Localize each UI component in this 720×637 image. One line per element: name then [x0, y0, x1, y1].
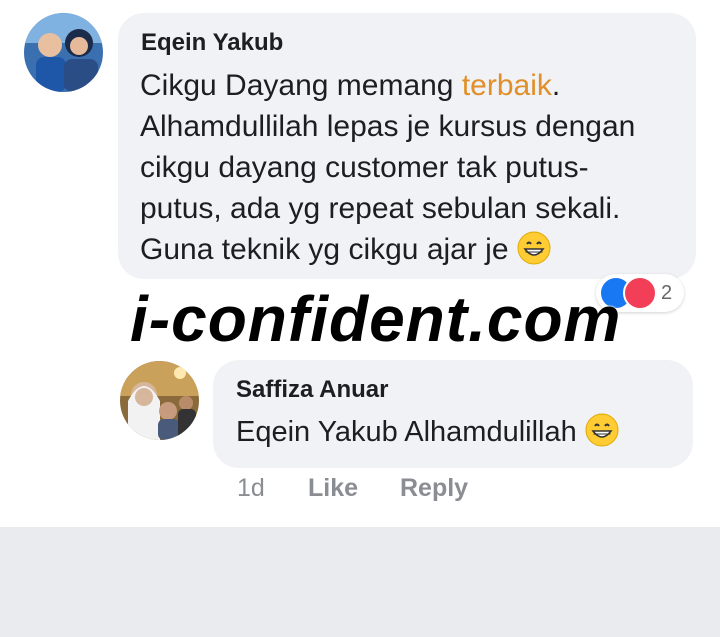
grinning-face-icon — [585, 413, 619, 447]
grinning-face-icon — [517, 231, 551, 265]
reply-bubble: Saffiza Anuar Eqein Yakub Alhamdulillah — [213, 360, 693, 468]
comment-line: cikgu dayang customer tak putus- — [140, 151, 589, 184]
comment-line: putus, ada yg repeat sebulan sekali. — [140, 192, 621, 225]
comment-thread: Eqein Yakub Cikgu Dayang memang terbaik.… — [0, 0, 720, 527]
comment-line: Cikgu Dayang memang terbaik. — [140, 69, 561, 102]
comment-line: Guna teknik yg cikgu ajar je — [140, 229, 685, 270]
comment-text: Cikgu Dayang memang terbaik. Alhamdullil… — [140, 65, 685, 270]
reaction-count: 2 — [661, 281, 673, 304]
like-button[interactable]: Like — [308, 474, 358, 503]
heart-icon — [623, 276, 657, 310]
reply-button[interactable]: Reply — [400, 474, 468, 503]
highlighted-word: terbaik — [461, 69, 552, 102]
avatar[interactable] — [120, 361, 199, 440]
avatar[interactable] — [24, 13, 103, 92]
reply-author[interactable]: Saffiza Anuar — [236, 376, 388, 404]
reply-text: Eqein Yakub Alhamdulillah — [236, 412, 619, 452]
timestamp[interactable]: 1d — [237, 474, 265, 503]
comment-author[interactable]: Eqein Yakub — [141, 29, 283, 57]
watermark: i-confident.com — [130, 283, 622, 355]
comment-bubble: Eqein Yakub Cikgu Dayang memang terbaik.… — [118, 13, 696, 279]
mention-link[interactable]: Eqein Yakub — [236, 416, 398, 448]
comment-line: Alhamdullilah lepas je kursus dengan — [140, 110, 636, 143]
